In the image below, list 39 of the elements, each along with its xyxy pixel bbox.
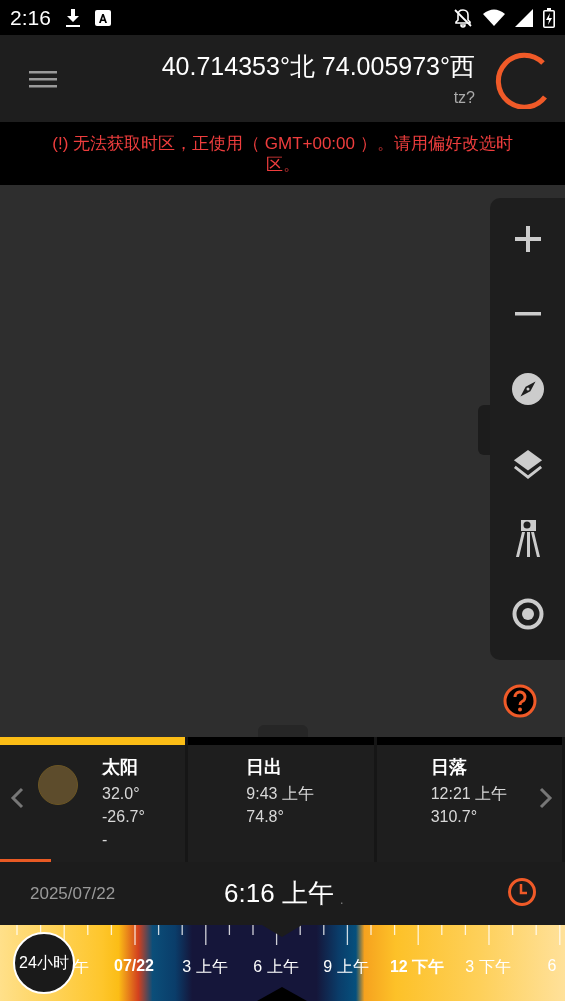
sheet-handle[interactable] bbox=[258, 725, 308, 737]
battery-icon bbox=[543, 7, 555, 28]
card-title: 日出 bbox=[246, 756, 284, 779]
timezone-label: tz? bbox=[453, 89, 475, 107]
date-label: 2025/07/22 bbox=[30, 883, 117, 904]
timezone-warning: (!) 无法获取时区，正使用（ GMT+00:00 ）。请用偏好改选时区。 bbox=[51, 132, 514, 175]
download-icon bbox=[64, 8, 81, 27]
timeline-label: 6 上午 bbox=[253, 957, 299, 977]
time-mark: . bbox=[339, 890, 344, 907]
card-value: - bbox=[102, 830, 109, 850]
timeline-label: 12 下午 bbox=[389, 957, 445, 977]
text-a-icon bbox=[94, 9, 111, 26]
target-button[interactable] bbox=[511, 598, 544, 630]
timeline-track[interactable] bbox=[0, 925, 565, 1001]
marker-icon bbox=[257, 987, 307, 1001]
card-value: 12:21 上午 bbox=[430, 784, 508, 804]
card-value: 74.8° bbox=[246, 807, 285, 827]
muted-bell-icon bbox=[453, 7, 473, 28]
card-value: 32.0° bbox=[102, 784, 141, 804]
timeline-label: 3 下午 bbox=[465, 957, 511, 977]
time-label: 6:16 上午 bbox=[224, 877, 334, 910]
status-time: 2:16 bbox=[10, 5, 51, 30]
card-value: -26.7° bbox=[102, 807, 145, 827]
coordinates: 40.714353°北 74.005973°西 bbox=[161, 51, 475, 82]
timeline-label: 午 bbox=[73, 957, 89, 977]
help-button[interactable] bbox=[503, 684, 537, 718]
compass-button[interactable] bbox=[511, 373, 544, 405]
card-value: 310.7° bbox=[430, 807, 479, 827]
card-value: 9:43 上午 bbox=[246, 784, 314, 804]
card-title: 日落 bbox=[430, 756, 468, 779]
sun-icon bbox=[38, 765, 78, 805]
layers-button[interactable] bbox=[511, 448, 544, 480]
signal-icon bbox=[515, 8, 533, 27]
wifi-icon bbox=[483, 9, 505, 26]
card-title: 太阳 bbox=[102, 756, 139, 779]
timeline-label: 6 bbox=[547, 957, 557, 975]
timeline-label: 3 上午 bbox=[182, 957, 228, 977]
timeline-label: 9 上午 bbox=[323, 957, 369, 977]
minus-icon bbox=[514, 312, 541, 316]
